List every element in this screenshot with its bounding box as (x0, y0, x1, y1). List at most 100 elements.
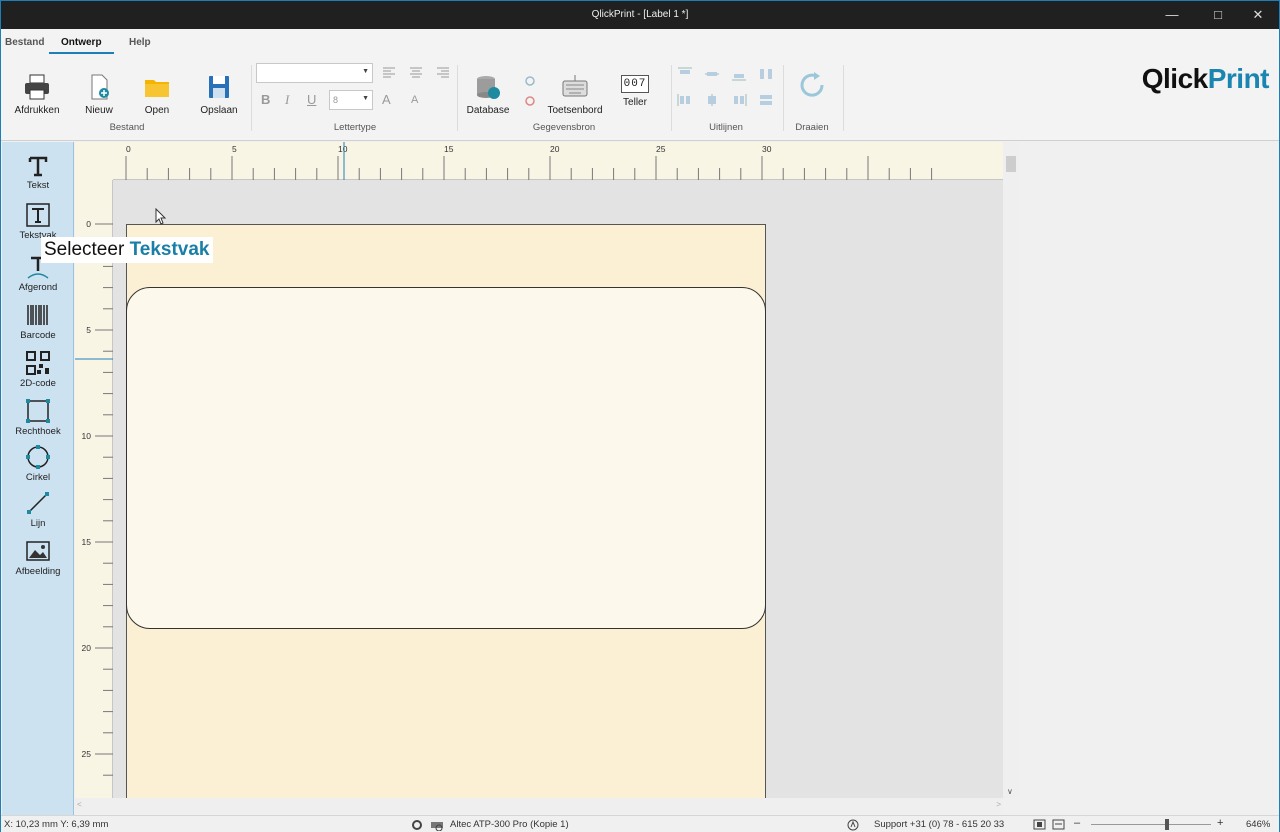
underline-button[interactable]: U (307, 92, 316, 107)
circle-icon (26, 445, 50, 469)
align-center-icon[interactable] (409, 67, 423, 79)
fit-page-icon[interactable] (1033, 819, 1046, 830)
align-bottom-icon[interactable] (731, 67, 747, 81)
distribute-vertical-icon[interactable] (758, 93, 774, 107)
brand-logo: QlickPrint (1142, 63, 1270, 95)
menu-bar: Bestand Ontwerp Help (1, 29, 1279, 55)
grow-font-button[interactable]: A (382, 92, 391, 107)
new-label: Nieuw (85, 105, 113, 116)
scroll-down-icon[interactable]: ∨ (1007, 787, 1013, 796)
ruler-label: 20 (550, 144, 560, 154)
font-name-select[interactable]: ▼ (256, 63, 373, 83)
properties-pane (1019, 142, 1279, 815)
support-icon[interactable] (847, 819, 859, 831)
print-button[interactable]: Afdrukken (11, 73, 63, 116)
ribbon-separator (251, 65, 252, 131)
ruler-label: 25 (656, 144, 666, 154)
folder-icon (145, 80, 169, 97)
font-size-select[interactable]: 8 ▼ (329, 90, 373, 110)
image-icon (26, 541, 50, 561)
open-button[interactable]: Open (135, 73, 179, 116)
group-label-bestand: Bestand (109, 122, 145, 133)
tool-rectangle[interactable]: Rechthoek (2, 398, 74, 437)
align-middle-icon[interactable] (704, 67, 720, 81)
group-label-draaien: Draaien (795, 122, 829, 133)
horizontal-scrollbar[interactable]: < > (75, 798, 1003, 814)
zoom-in-button[interactable]: + (1217, 817, 1223, 829)
ruler-label: 25 (82, 749, 92, 759)
tool-textbox[interactable]: Tekstvak (2, 202, 74, 241)
settings-icon[interactable] (411, 819, 423, 831)
design-canvas[interactable]: 0 5 10 15 20 25 30 0 5 10 15 20 25 (75, 142, 1003, 798)
align-right-icon[interactable] (436, 67, 450, 79)
close-icon[interactable]: ✕ (1235, 1, 1280, 29)
tab-ontwerp[interactable]: Ontwerp (49, 37, 114, 54)
printer-settings-icon[interactable] (430, 819, 444, 831)
save-label: Opslaan (200, 105, 238, 116)
zoom-out-button[interactable]: – (1074, 817, 1080, 829)
align-left-icon[interactable] (382, 67, 396, 79)
zoom-level: 646% (1246, 819, 1271, 830)
refresh-small-icon[interactable] (524, 75, 536, 87)
group-label-lettertype: Lettertype (333, 122, 377, 133)
database-button[interactable]: Database (464, 73, 512, 116)
fit-width-icon[interactable] (1052, 819, 1065, 830)
tool-text-label: Tekst (26, 180, 50, 191)
scroll-right-icon[interactable]: > (996, 800, 1001, 809)
new-button[interactable]: Nieuw (77, 73, 121, 116)
align-center-edges-icon[interactable] (704, 93, 720, 107)
zoom-slider-thumb[interactable] (1165, 819, 1169, 830)
tool-image[interactable]: Afbeelding (2, 538, 74, 577)
disconnect-icon[interactable] (524, 95, 536, 107)
tool-line-label: Lijn (30, 518, 46, 529)
minimize-icon[interactable]: — (1149, 1, 1195, 29)
zoom-slider-track[interactable] (1091, 824, 1211, 825)
database-label: Database (466, 105, 510, 116)
brand-logo-part2: Print (1207, 63, 1270, 94)
counter-button[interactable]: 007 Teller (615, 75, 655, 108)
font-size-value: 8 (333, 95, 339, 105)
rotate-icon[interactable] (796, 69, 828, 101)
textbox-icon (26, 203, 50, 227)
tool-rectangle-label: Rechthoek (15, 426, 61, 437)
counter-label: Teller (623, 97, 647, 108)
vertical-ruler: 0 5 10 15 20 25 (75, 180, 113, 798)
vertical-scrollbar[interactable]: ∨ (1003, 142, 1019, 798)
keyboard-button[interactable]: Toetsenbord (545, 73, 605, 116)
chevron-down-icon: ▼ (362, 95, 369, 102)
scroll-thumb[interactable] (1006, 156, 1016, 172)
support-phone: Support +31 (0) 78 - 615 20 33 (874, 819, 1005, 830)
print-label: Afdrukken (14, 105, 60, 116)
ruler-label: 10 (82, 431, 92, 441)
italic-button[interactable]: I (285, 92, 289, 108)
ruler-label: 30 (762, 144, 772, 154)
tool-barcode[interactable]: Barcode (2, 302, 74, 341)
rounded-text-frame[interactable] (126, 287, 766, 629)
tool-circle[interactable]: Cirkel (2, 444, 74, 483)
ruler-label: 0 (126, 144, 131, 154)
new-document-icon (91, 74, 109, 100)
application-window: QlickPrint - [Label 1 *] — □ ✕ Bestand O… (0, 0, 1280, 832)
printer-icon (25, 74, 49, 100)
group-label-gegevensbron: Gegevensbron (532, 122, 596, 133)
bold-button[interactable]: B (261, 92, 270, 107)
tool-2d-code[interactable]: 2D-code (2, 350, 74, 389)
tool-line[interactable]: Lijn (2, 490, 74, 529)
ribbon-separator (457, 65, 458, 131)
tab-bestand[interactable]: Bestand (5, 37, 44, 48)
align-left-edges-icon[interactable] (677, 93, 693, 107)
vertical-ruler-ticks: 0 5 10 15 20 25 (75, 219, 113, 776)
shrink-font-button[interactable]: A (411, 94, 418, 106)
align-top-icon[interactable] (677, 67, 693, 81)
save-button[interactable]: Opslaan (197, 73, 241, 116)
counter-icon: 007 (621, 75, 649, 93)
tool-text[interactable]: Tekst (2, 154, 74, 191)
line-icon (27, 492, 49, 514)
ribbon: Afdrukken Nieuw Open Opslaan Bestand ▼ 8… (1, 55, 1279, 141)
scroll-left-icon[interactable]: < (77, 800, 82, 809)
ribbon-separator (671, 65, 672, 131)
tab-help[interactable]: Help (129, 37, 151, 48)
distribute-horizontal-icon[interactable] (758, 67, 774, 81)
align-right-edges-icon[interactable] (731, 93, 747, 107)
ribbon-separator (783, 65, 784, 131)
